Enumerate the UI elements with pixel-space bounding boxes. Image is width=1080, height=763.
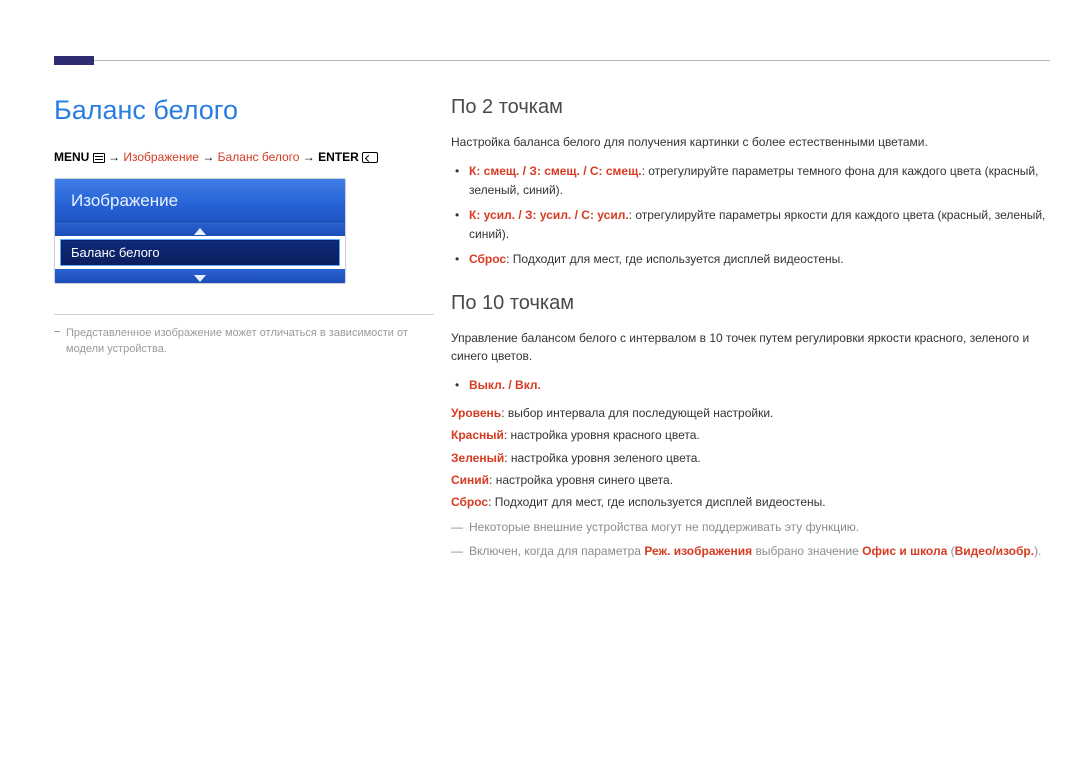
breadcrumb-step-1: Изображение [123,150,199,164]
left-column: Баланс белого MENU → Изображение → Балан… [54,96,434,562]
kv-level: Уровень: выбор интервала для последующей… [451,403,1050,423]
list-item: Выкл. / Вкл. [469,376,1050,395]
list-item-text: : Подходит для мест, где используется ди… [506,252,844,266]
kv-key: Красный [451,428,504,442]
breadcrumb-enter-label: ENTER [318,150,359,164]
breadcrumb-arrow: → [108,150,120,164]
right-column: По 2 точкам Настройка баланса белого для… [434,96,1050,562]
osd-panel-title: Изображение [55,179,345,222]
list-item: К: смещ. / З: смещ. / С: смещ.: отрегули… [469,162,1050,200]
section-2-intro: Управление балансом белого с интервалом … [451,329,1050,366]
footnote-1: Некоторые внешние устройства могут не по… [451,517,1050,537]
chevron-up-icon [194,228,206,235]
footnote-2: Включен, когда для параметра Реж. изобра… [451,541,1050,561]
kv-key: Уровень [451,406,501,420]
page: Баланс белого MENU → Изображение → Балан… [0,0,1080,763]
list-item: Сброс: Подходит для мест, где использует… [469,250,1050,269]
breadcrumb-step-2: Баланс белого [218,150,300,164]
footnote-2-key: Офис и школа [862,544,947,558]
section-1-intro: Настройка баланса белого для получения к… [451,133,1050,152]
enter-icon [362,152,378,163]
breadcrumb-arrow: → [202,150,214,164]
section-1-title: По 2 точкам [451,96,1050,119]
osd-screenshot: Изображение Баланс белого [54,178,346,284]
osd-down-row [55,269,345,283]
section-2-title: По 10 точкам [451,292,1050,315]
kv-reset: Сброс: Подходит для мест, где использует… [451,492,1050,512]
kv-key: Сброс [451,495,488,509]
list-item: К: усил. / З: усил. / С: усил.: отрегули… [469,206,1050,244]
list-item-key: К: усил. / З: усил. / С: усил. [469,208,629,222]
list-item-key: Сброс [469,252,506,266]
content-columns: Баланс белого MENU → Изображение → Балан… [54,96,1050,562]
kv-red: Красный: настройка уровня красного цвета… [451,425,1050,445]
chevron-down-icon [194,275,206,282]
header-accent-bar [54,56,94,65]
header-rule [94,60,1050,61]
footnote-2-part: ). [1034,544,1041,558]
left-divider [54,314,434,315]
kv-blue: Синий: настройка уровня синего цвета. [451,470,1050,490]
osd-up-row [55,222,345,236]
breadcrumb-arrow: → [303,150,315,164]
section-2-toggle-list: Выкл. / Вкл. [451,376,1050,395]
kv-text: : настройка уровня синего цвета. [489,473,673,487]
footnote-2-key: Реж. изображения [644,544,752,558]
kv-text: : настройка уровня зеленого цвета. [504,451,701,465]
left-footnote: Представленное изображение может отличат… [54,325,434,358]
breadcrumb-menu-label: MENU [54,150,89,164]
footnote-2-part: выбрано значение [752,544,862,558]
page-title: Баланс белого [54,96,434,126]
breadcrumb: MENU → Изображение → Баланс белого → ENT… [54,150,434,164]
section-1-list: К: смещ. / З: смещ. / С: смещ.: отрегули… [451,162,1050,270]
kv-key: Синий [451,473,489,487]
toggle-options: Выкл. / Вкл. [469,378,541,392]
osd-selected-item: Баланс белого [60,239,340,266]
kv-key: Зеленый [451,451,504,465]
footnote-2-part: ( [947,544,954,558]
kv-text: : выбор интервала для последующей настро… [501,406,773,420]
kv-text: : настройка уровня красного цвета. [504,428,700,442]
list-item-key: К: смещ. / З: смещ. / С: смещ. [469,164,642,178]
menu-icon [93,153,105,163]
footnote-2-key: Видео/изобр. [955,544,1034,558]
footnote-2-part: Включен, когда для параметра [469,544,644,558]
kv-text: : Подходит для мест, где используется ди… [488,495,826,509]
kv-green: Зеленый: настройка уровня зеленого цвета… [451,448,1050,468]
